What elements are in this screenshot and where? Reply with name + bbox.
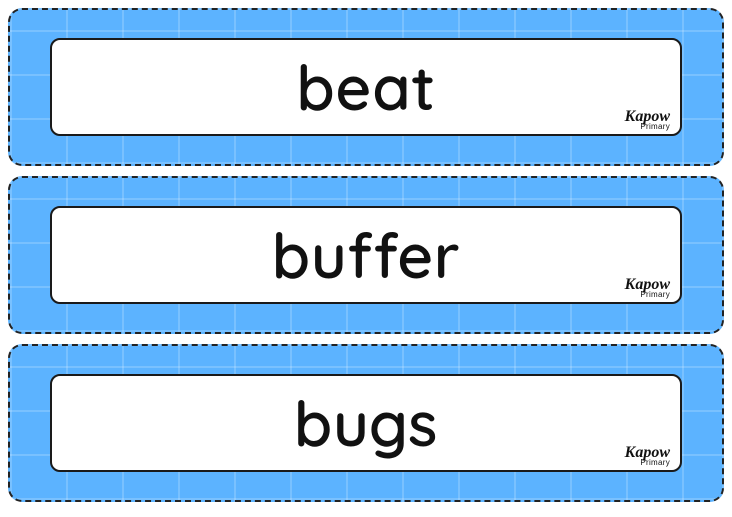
- word-card-inner: buffer Kapow Primary: [50, 206, 682, 304]
- brand-logo: Kapow Primary: [625, 278, 670, 298]
- word-text: beat: [296, 56, 435, 118]
- brand-logo: Kapow Primary: [625, 446, 670, 466]
- word-card: beat Kapow Primary: [8, 8, 724, 166]
- brand-logo: Kapow Primary: [625, 110, 670, 130]
- word-card: bugs Kapow Primary: [8, 344, 724, 502]
- word-card-stack: beat Kapow Primary buffer Kapow Primary …: [8, 8, 724, 502]
- word-card-inner: beat Kapow Primary: [50, 38, 682, 136]
- word-card: buffer Kapow Primary: [8, 176, 724, 334]
- word-text: bugs: [294, 392, 438, 454]
- word-text: buffer: [272, 224, 460, 286]
- word-card-inner: bugs Kapow Primary: [50, 374, 682, 472]
